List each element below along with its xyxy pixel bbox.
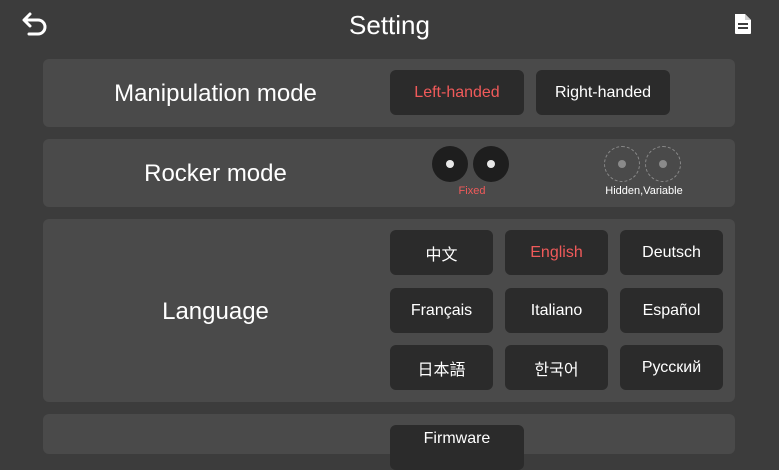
language-italian-button[interactable]: Italiano — [505, 288, 608, 333]
page-title: Setting — [349, 10, 430, 40]
right-handed-button[interactable]: Right-handed — [536, 70, 670, 115]
rocker-fixed-option[interactable]: Fixed — [431, 146, 513, 197]
language-label: Language — [162, 298, 269, 325]
language-korean-button[interactable]: 한국어 — [505, 345, 608, 390]
language-chinese-button[interactable]: 中文 — [390, 230, 493, 275]
document-icon — [735, 14, 751, 34]
language-english-button[interactable]: English — [505, 230, 608, 275]
language-spanish-button[interactable]: Español — [620, 288, 723, 333]
header: Setting — [0, 0, 779, 52]
firmware-button[interactable]: Firmware — [390, 425, 524, 470]
language-russian-button[interactable]: Русский — [620, 345, 723, 390]
document-button[interactable] — [732, 12, 754, 36]
manipulation-mode-panel: Manipulation mode Left-handed Right-hand… — [43, 59, 735, 127]
rocker-hidden-left-icon — [604, 146, 640, 182]
rocker-fixed-left-icon — [432, 146, 468, 182]
left-handed-button[interactable]: Left-handed — [390, 70, 524, 115]
rocker-mode-label: Rocker mode — [144, 160, 287, 187]
rocker-hidden-right-icon — [645, 146, 681, 182]
firmware-panel: Firmware — [43, 414, 735, 470]
rocker-hidden-variable-caption: Hidden,Variable — [605, 185, 683, 197]
language-panel: Language 中文 English Deutsch Français Ita… — [43, 219, 735, 402]
manipulation-mode-label: Manipulation mode — [114, 80, 317, 107]
rocker-fixed-right-icon — [473, 146, 509, 182]
rocker-fixed-caption: Fixed — [458, 185, 486, 197]
language-french-button[interactable]: Français — [390, 288, 493, 333]
rocker-hidden-variable-option[interactable]: Hidden,Variable — [603, 146, 685, 197]
rocker-mode-panel: Rocker mode Fixed Hidden,Variable — [43, 139, 735, 207]
firmware-button-label: Firmware — [423, 430, 491, 447]
language-japanese-button[interactable]: 日本語 — [390, 345, 493, 390]
language-german-button[interactable]: Deutsch — [620, 230, 723, 275]
